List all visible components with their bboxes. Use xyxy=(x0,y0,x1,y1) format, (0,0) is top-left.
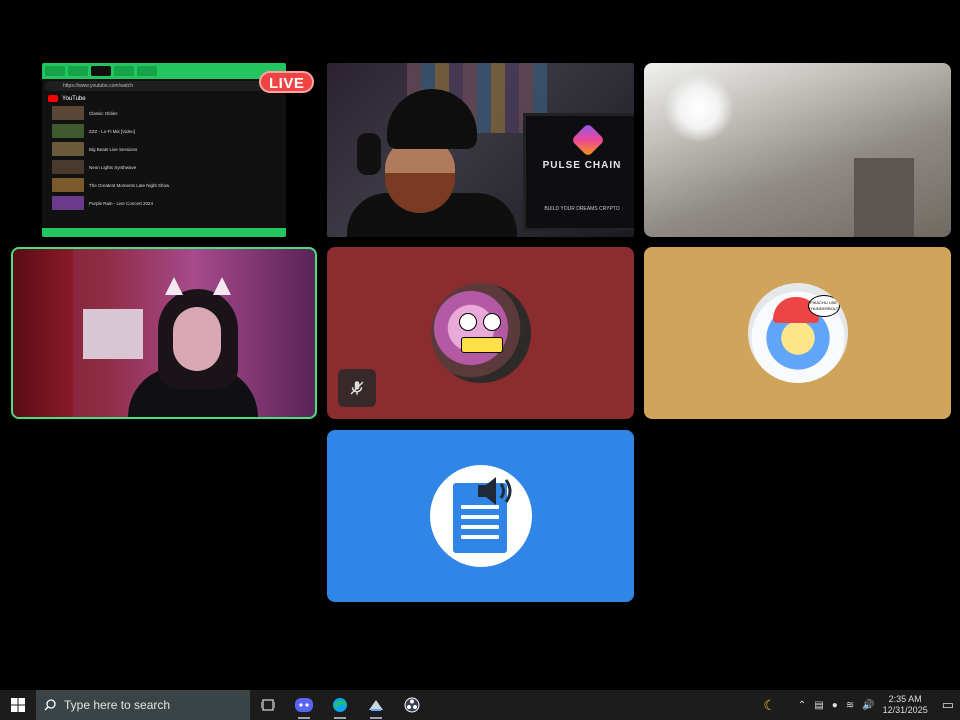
monitor-subtitle: BUILD YOUR DREAMS CRYPTO xyxy=(544,206,620,212)
headphone-icon xyxy=(357,133,381,175)
notification-icon[interactable]: ▭ xyxy=(942,697,954,713)
video-list-item[interactable]: ZZZ - Lo-Fi Mix [Video] xyxy=(42,122,286,140)
doorway xyxy=(854,158,914,237)
video-list-item[interactable]: Classic Oldies xyxy=(42,104,286,122)
webcam-tile-streamer[interactable]: PULSE CHAIN BUILD YOUR DREAMS CRYPTO xyxy=(327,63,634,237)
obs-taskbar-button[interactable] xyxy=(394,690,430,720)
windows-taskbar: Type here to search ☾ ⌃ ▤ ● ≋ 🔊 2:35 AM … xyxy=(0,690,960,720)
cat-ear-headphone-icon xyxy=(213,277,231,295)
edge-icon xyxy=(333,698,347,712)
system-tray: ☾ ⌃ ▤ ● ≋ 🔊 2:35 AM 12/31/2025 ▭ xyxy=(763,694,960,716)
wifi-icon[interactable]: ≋ xyxy=(846,700,854,711)
avatar xyxy=(430,283,531,383)
steam-icon xyxy=(369,700,383,711)
ceiling-light xyxy=(664,73,734,143)
search-icon xyxy=(44,699,56,711)
screen-share-tile[interactable]: https://www.youtube.com/watch YouTube Cl… xyxy=(42,63,286,237)
avatar-eye xyxy=(458,313,477,331)
video-list-item[interactable]: Neon Lights Synthwave xyxy=(42,158,286,176)
shelf xyxy=(83,309,143,359)
avatar-eye xyxy=(482,313,501,331)
task-view-button[interactable] xyxy=(250,690,286,720)
video-title[interactable]: The Greatest Moments Late Night Show xyxy=(89,183,169,188)
audio-source-tile[interactable] xyxy=(327,430,634,602)
youtube-site-label: YouTube xyxy=(62,95,86,102)
browser-tab-active[interactable] xyxy=(91,66,111,76)
browser-tab[interactable] xyxy=(114,66,134,76)
video-thumbnail[interactable] xyxy=(52,142,84,156)
person-face xyxy=(173,307,221,371)
browser-tab[interactable] xyxy=(68,66,88,76)
browser-url-bar[interactable]: https://www.youtube.com/watch xyxy=(45,81,283,91)
avatar: PIKACHU USE THUNDERBOLT! xyxy=(747,283,848,383)
network-icon[interactable]: ▤ xyxy=(814,700,823,711)
video-title[interactable]: Classic Oldies xyxy=(89,111,118,116)
clock-time: 2:35 AM xyxy=(888,694,922,704)
avatar-tile-muted[interactable] xyxy=(327,247,634,419)
browser-tab[interactable] xyxy=(45,66,65,76)
video-thumbnail[interactable] xyxy=(52,160,84,174)
webcam-tile-active-speaker[interactable] xyxy=(11,247,317,419)
video-thumbnail[interactable] xyxy=(52,178,84,192)
monitor-title: PULSE CHAIN xyxy=(542,160,622,171)
video-thumbnail[interactable] xyxy=(52,124,84,138)
start-button[interactable] xyxy=(0,690,36,720)
taskbar-clock[interactable]: 2:35 AM 12/31/2025 xyxy=(883,694,928,716)
discord-taskbar-button[interactable] xyxy=(286,690,322,720)
moon-icon[interactable]: ☾ xyxy=(763,697,776,714)
video-list-item[interactable]: Big Beats Live Sessions xyxy=(42,140,286,158)
browser-status-bar xyxy=(42,228,286,237)
steam-taskbar-button[interactable] xyxy=(358,690,394,720)
browser-tab[interactable] xyxy=(137,66,157,76)
video-thumbnail[interactable] xyxy=(52,196,84,210)
video-list-item[interactable]: Purple Rain - Live Concert 2024 xyxy=(42,194,286,212)
chevron-up-icon[interactable]: ⌃ xyxy=(798,700,806,711)
video-title[interactable]: Neon Lights Synthwave xyxy=(89,165,136,170)
task-view-icon xyxy=(261,699,275,711)
video-list-item[interactable]: The Greatest Moments Late Night Show xyxy=(42,176,286,194)
video-title[interactable]: Big Beats Live Sessions xyxy=(89,147,137,152)
discord-icon xyxy=(295,698,313,712)
obs-icon xyxy=(404,697,420,713)
pulsechain-logo-icon xyxy=(571,123,605,157)
avatar-speech-bubble: PIKACHU USE THUNDERBOLT! xyxy=(807,295,840,317)
monitor: PULSE CHAIN BUILD YOUR DREAMS CRYPTO xyxy=(523,113,634,231)
edge-taskbar-button[interactable] xyxy=(322,690,358,720)
browser-tab-bar xyxy=(42,63,286,79)
youtube-logo-icon xyxy=(48,95,58,102)
avatar-tile[interactable]: PIKACHU USE THUNDERBOLT! xyxy=(644,247,951,419)
search-placeholder: Type here to search xyxy=(64,698,171,712)
audio-source-avatar xyxy=(430,465,532,567)
video-title[interactable]: Purple Rain - Live Concert 2024 xyxy=(89,201,153,206)
youtube-header: YouTube xyxy=(42,93,286,104)
mic-muted-indicator xyxy=(338,369,376,407)
video-title[interactable]: ZZZ - Lo-Fi Mix [Video] xyxy=(89,129,135,134)
mic-muted-icon xyxy=(350,381,364,395)
live-badge: LIVE xyxy=(259,71,315,93)
curtain xyxy=(13,249,73,417)
clock-date: 12/31/2025 xyxy=(882,705,928,715)
avatar-teeth xyxy=(460,337,503,353)
microphone-icon[interactable]: ● xyxy=(832,700,838,711)
video-list: Classic Oldies ZZZ - Lo-Fi Mix [Video] Big… xyxy=(42,104,286,212)
volume-icon[interactable]: 🔊 xyxy=(862,700,874,711)
windows-start-icon xyxy=(11,698,25,712)
video-thumbnail[interactable] xyxy=(52,106,84,120)
cat-ear-headphone-icon xyxy=(165,277,183,295)
speaker-icon xyxy=(478,477,512,505)
webcam-tile-room[interactable] xyxy=(644,63,951,237)
taskbar-search-box[interactable]: Type here to search xyxy=(36,690,250,720)
